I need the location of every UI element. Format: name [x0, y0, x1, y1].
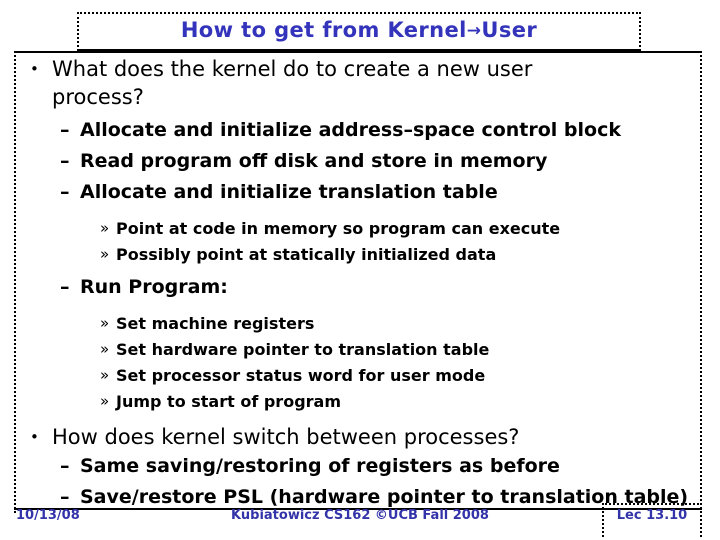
right-arrow-icon: →	[466, 21, 482, 41]
bullet-text: Read program off disk and store in memor…	[80, 150, 548, 172]
slide-content: • What does the kernel do to create a ne…	[16, 55, 706, 513]
bullet-level3: » Set machine registers	[16, 311, 706, 337]
slide-title-prefix: How to get from Kernel	[180, 18, 467, 42]
bullet-marker-level3: »	[100, 366, 110, 384]
bullet-marker-level2: –	[60, 455, 70, 477]
bullet-marker-level1: •	[30, 428, 39, 446]
bullet-level3: » Point at code in memory so program can…	[16, 216, 706, 242]
bullet-text: Set hardware pointer to translation tabl…	[116, 340, 490, 359]
bullet-level1: • What does the kernel do to create a ne…	[16, 55, 706, 83]
bullet-text: Jump to start of program	[116, 392, 341, 411]
bullet-level2: – Allocate and initialize address–space …	[16, 115, 706, 146]
bullet-level3: » Set hardware pointer to translation ta…	[16, 337, 706, 363]
bullet-level3: » Possibly point at statically initializ…	[16, 242, 706, 268]
bullet-marker-level3: »	[100, 245, 110, 263]
bullet-text: Point at code in memory so program can e…	[116, 219, 561, 238]
bullet-level1: • How does kernel switch between process…	[16, 423, 706, 451]
bullet-marker-level2: –	[60, 181, 70, 203]
slide-canvas: How to get from Kernel→User • What does …	[0, 0, 720, 540]
bullet-marker-level3: »	[100, 219, 110, 237]
bullet-marker-level3: »	[100, 314, 110, 332]
bullet-text: Allocate and initialize translation tabl…	[80, 181, 498, 203]
bullet-level2: – Read program off disk and store in mem…	[16, 146, 706, 177]
bullet-marker-level1: •	[30, 60, 39, 78]
bullet-marker-level3: »	[100, 392, 110, 410]
bullet-marker-level2: –	[60, 276, 70, 298]
bullet-level2: – Same saving/restoring of registers as …	[16, 451, 706, 482]
footer-lecture-number: Lec 13.10	[616, 508, 688, 523]
bullet-text: What does the kernel do to create a new …	[52, 57, 533, 81]
bullet-text: How does kernel switch between processes…	[52, 425, 520, 449]
bullet-marker-level2: –	[60, 150, 70, 172]
bullet-marker-level2: –	[60, 119, 70, 141]
slide-title-suffix: User	[481, 18, 538, 42]
bullet-level3: » Jump to start of program	[16, 389, 706, 415]
bullet-text: Possibly point at statically initialized…	[116, 245, 497, 264]
bullet-level2: – Run Program:	[16, 272, 706, 303]
bullet-text: Allocate and initialize address–space co…	[80, 119, 621, 141]
bullet-text: Same saving/restoring of registers as be…	[80, 455, 560, 477]
bullet-text: Set machine registers	[116, 314, 315, 333]
bullet-text: Run Program:	[80, 276, 228, 298]
slide-title-box: How to get from Kernel→User	[77, 12, 641, 51]
bullet-level3: » Set processor status word for user mod…	[16, 363, 706, 389]
bullet-text: Set processor status word for user mode	[116, 366, 486, 385]
bullet-level1-continuation: process?	[16, 83, 706, 111]
bullet-level2: – Allocate and initialize translation ta…	[16, 177, 706, 208]
bullet-marker-level3: »	[100, 340, 110, 358]
bullet-text: process?	[52, 85, 144, 109]
slide-title: How to get from Kernel→User	[79, 18, 639, 42]
